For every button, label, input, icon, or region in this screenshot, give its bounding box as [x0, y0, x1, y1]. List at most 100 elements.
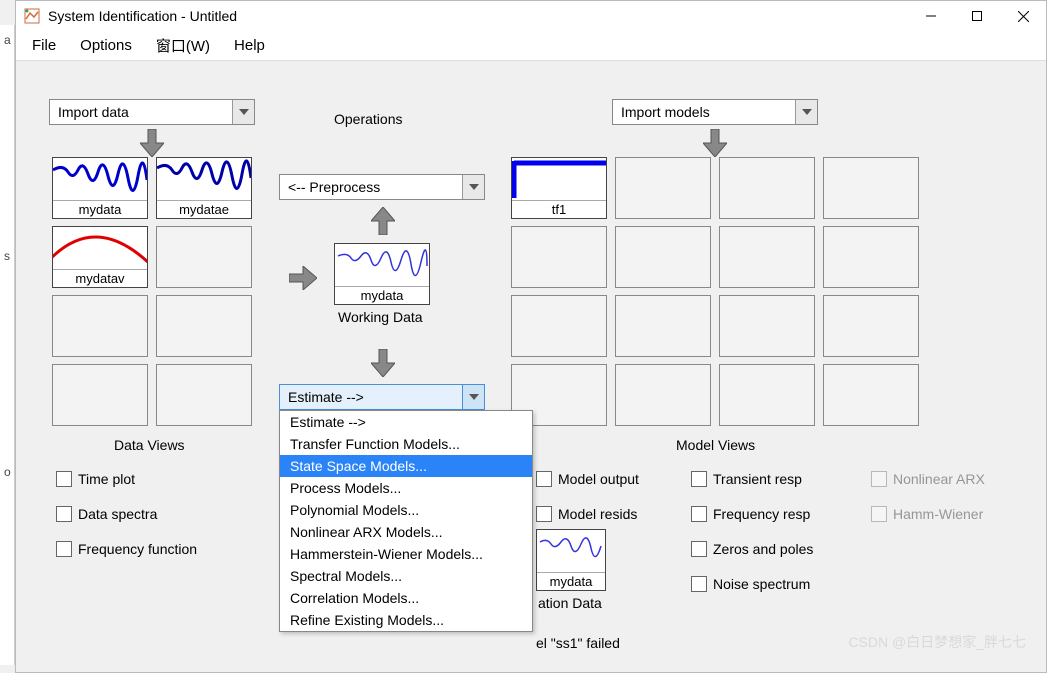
maximize-button[interactable]	[954, 1, 1000, 31]
model-slot-8[interactable]	[823, 226, 919, 288]
model-views-label: Model Views	[676, 437, 755, 453]
estimate-menu-item[interactable]: Process Models...	[280, 477, 532, 499]
noise-spectrum-label: Noise spectrum	[713, 576, 810, 592]
minimize-button[interactable]	[908, 1, 954, 31]
data-spectra-checkbox[interactable]: Data spectra	[56, 506, 157, 522]
zeros-poles-label: Zeros and poles	[713, 541, 813, 557]
data-slot-1[interactable]: mydata	[52, 157, 148, 219]
model-slot-2[interactable]	[615, 157, 711, 219]
content-area: Import data mydata mydatae mydatav Opera…	[16, 61, 1046, 672]
transient-checkbox[interactable]: Transient resp	[691, 471, 802, 487]
model-slot-5[interactable]	[511, 226, 607, 288]
model-slot-4[interactable]	[823, 157, 919, 219]
working-data-thumb[interactable]: mydata	[334, 243, 430, 305]
menu-help[interactable]: Help	[224, 33, 275, 58]
data-views-label: Data Views	[114, 437, 185, 453]
data-slot-7[interactable]	[52, 364, 148, 426]
data-slot-4[interactable]	[156, 226, 252, 288]
data-slot-3-caption: mydatav	[53, 269, 147, 287]
data-slot-5[interactable]	[52, 295, 148, 357]
arrow-up-icon	[371, 207, 395, 235]
close-button[interactable]	[1000, 1, 1046, 31]
estimate-menu-popup: Estimate -->Transfer Function Models...S…	[279, 410, 533, 632]
estimate-menu-item[interactable]: Transfer Function Models...	[280, 433, 532, 455]
validation-data-label: ation Data	[538, 595, 602, 611]
freq-func-label: Frequency function	[78, 541, 197, 557]
nonlinear-arx-label: Nonlinear ARX	[893, 471, 985, 487]
working-data-label: Working Data	[338, 309, 423, 325]
import-data-dropdown[interactable]: Import data	[49, 99, 255, 125]
noise-spectrum-checkbox[interactable]: Noise spectrum	[691, 576, 810, 592]
menu-window[interactable]: 窗口(W)	[146, 31, 220, 60]
dropdown-button-icon	[232, 100, 254, 124]
data-spectra-label: Data spectra	[78, 506, 157, 522]
dropdown-button-icon	[462, 385, 484, 409]
zeros-poles-checkbox[interactable]: Zeros and poles	[691, 541, 813, 557]
preprocess-dropdown[interactable]: <-- Preprocess	[279, 174, 485, 200]
model-slot-14[interactable]	[615, 364, 711, 426]
menubar: File Options 窗口(W) Help	[16, 31, 1046, 61]
estimate-dropdown[interactable]: Estimate -->	[279, 384, 485, 410]
model-resids-label: Model resids	[558, 506, 637, 522]
estimate-menu-item[interactable]: Hammerstein-Wiener Models...	[280, 543, 532, 565]
model-slot-3[interactable]	[719, 157, 815, 219]
menu-options[interactable]: Options	[70, 33, 142, 58]
app-window: System Identification - Untitled File Op…	[15, 0, 1047, 673]
menu-file[interactable]: File	[22, 33, 66, 58]
watermark: CSDN @白日梦想家_胖七七	[848, 632, 1026, 652]
model-slot-10[interactable]	[615, 295, 711, 357]
hamm-wiener-label: Hamm-Wiener	[893, 506, 983, 522]
estimate-menu-item[interactable]: State Space Models...	[280, 455, 532, 477]
model-slot-6[interactable]	[615, 226, 711, 288]
freq-resp-checkbox[interactable]: Frequency resp	[691, 506, 810, 522]
data-slot-2[interactable]: mydatae	[156, 157, 252, 219]
model-slot-12[interactable]	[823, 295, 919, 357]
import-models-label: Import models	[613, 104, 795, 120]
import-models-dropdown[interactable]: Import models	[612, 99, 818, 125]
estimate-label: Estimate -->	[280, 389, 462, 405]
operations-label: Operations	[334, 111, 402, 127]
transient-label: Transient resp	[713, 471, 802, 487]
arrow-down-icon	[703, 129, 727, 157]
model-slot-15[interactable]	[719, 364, 815, 426]
model-slot-9[interactable]	[511, 295, 607, 357]
model-output-label: Model output	[558, 471, 639, 487]
data-slot-6[interactable]	[156, 295, 252, 357]
estimate-menu-item[interactable]: Refine Existing Models...	[280, 609, 532, 631]
estimate-menu-item[interactable]: Correlation Models...	[280, 587, 532, 609]
data-slot-3[interactable]: mydatav	[52, 226, 148, 288]
model-slot-1-caption: tf1	[512, 200, 606, 218]
nonlinear-arx-checkbox: Nonlinear ARX	[871, 471, 985, 487]
validation-data-thumb[interactable]: mydata	[536, 529, 606, 591]
freq-func-checkbox[interactable]: Frequency function	[56, 541, 197, 557]
validation-data-caption: mydata	[537, 572, 605, 590]
estimate-menu-item[interactable]: Nonlinear ARX Models...	[280, 521, 532, 543]
model-slot-11[interactable]	[719, 295, 815, 357]
estimate-menu-item[interactable]: Spectral Models...	[280, 565, 532, 587]
freq-resp-label: Frequency resp	[713, 506, 810, 522]
time-plot-label: Time plot	[78, 471, 135, 487]
arrow-down-icon	[371, 349, 395, 377]
model-slot-7[interactable]	[719, 226, 815, 288]
app-icon	[24, 8, 40, 24]
data-slot-1-caption: mydata	[53, 200, 147, 218]
estimate-menu-item[interactable]: Estimate -->	[280, 411, 532, 433]
dropdown-button-icon	[795, 100, 817, 124]
background-window-strip: a s o	[0, 25, 15, 665]
estimate-menu-item[interactable]: Polynomial Models...	[280, 499, 532, 521]
window-title: System Identification - Untitled	[48, 8, 908, 24]
dropdown-button-icon	[462, 175, 484, 199]
model-slot-16[interactable]	[823, 364, 919, 426]
time-plot-checkbox[interactable]: Time plot	[56, 471, 135, 487]
titlebar: System Identification - Untitled	[16, 1, 1046, 31]
model-output-checkbox[interactable]: Model output	[536, 471, 639, 487]
data-slot-2-caption: mydatae	[157, 200, 251, 218]
hamm-wiener-checkbox: Hamm-Wiener	[871, 506, 983, 522]
model-resids-checkbox[interactable]: Model resids	[536, 506, 637, 522]
working-data-caption: mydata	[335, 286, 429, 304]
preprocess-label: <-- Preprocess	[280, 179, 462, 195]
arrow-right-icon	[289, 266, 317, 290]
model-slot-1[interactable]: tf1	[511, 157, 607, 219]
data-slot-8[interactable]	[156, 364, 252, 426]
status-text: el "ss1" failed	[536, 635, 620, 651]
